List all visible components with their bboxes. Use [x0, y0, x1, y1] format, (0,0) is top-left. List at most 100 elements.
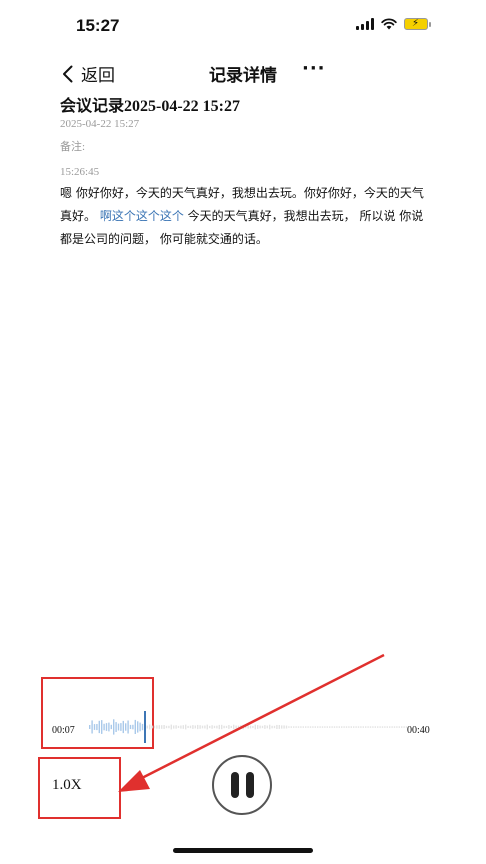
waveform-bar [108, 722, 110, 732]
pause-icon-bar [245, 772, 254, 798]
waveform-bar [175, 725, 177, 729]
record-title: 会议记录2025-04-22 15:27 [60, 98, 240, 115]
waveform-scrubber[interactable] [88, 710, 408, 744]
waveform-bar [237, 725, 240, 729]
waveform-bar [151, 725, 153, 729]
waveform-bar [120, 723, 122, 731]
waveform-bar [153, 725, 156, 729]
waveform-bar [149, 724, 151, 730]
waveform-bar [249, 725, 252, 729]
waveform-bar [386, 726, 388, 728]
waveform-bar [245, 725, 247, 729]
waveform-bar [350, 726, 352, 728]
waveform-bar [379, 726, 381, 728]
waveform-bar [182, 725, 184, 729]
waveform-bar [329, 726, 331, 728]
waveform-bar [288, 726, 290, 728]
waveform-bar [377, 726, 379, 728]
waveform-bar [206, 724, 208, 730]
waveform-bar [309, 726, 312, 728]
waveform-bar [197, 724, 199, 730]
waveform-bar [187, 725, 189, 728]
waveform-bar [367, 726, 369, 728]
waveform-bar [117, 723, 120, 731]
waveform-bar [98, 720, 100, 734]
waveform-bar [271, 725, 273, 729]
waveform-bar [355, 726, 357, 728]
waveform-bar [168, 725, 170, 729]
waveform-bar [89, 725, 91, 729]
waveform-bar [343, 726, 345, 728]
waveform-bar [93, 724, 96, 730]
waveform-bar [105, 723, 108, 731]
waveform-bar [305, 726, 307, 728]
status-time: 15:27 [76, 16, 120, 35]
waveform-bar [403, 726, 405, 728]
waveform-bar [326, 726, 328, 728]
playback-speed-button[interactable]: 1.0X [52, 777, 82, 794]
waveform-bar [312, 726, 314, 728]
waveform-bar [194, 725, 196, 729]
waveform-bar [134, 719, 136, 734]
waveform-bar [189, 725, 192, 729]
home-indicator [173, 848, 313, 853]
waveform-bar [96, 724, 98, 731]
waveform-bar [254, 724, 256, 730]
waveform-bar [161, 725, 163, 729]
waveform-bar [324, 726, 326, 728]
wifi-icon [381, 18, 397, 30]
transcript-highlight[interactable]: 啊这个这个这个 [100, 209, 184, 223]
waveform-bar [201, 725, 204, 729]
waveform-bar [362, 726, 364, 728]
waveform-bar [165, 725, 168, 729]
waveform-bar [357, 726, 360, 728]
waveform-bar [103, 723, 105, 731]
waveform-bar [393, 726, 396, 728]
transcript-text: 嗯 你好你好，今天的天气真好，我想出去玩。你好你好，今天的天气真好。 啊这个这个… [60, 182, 432, 251]
waveform-bar [295, 726, 297, 728]
waveform-bar [146, 725, 148, 729]
waveform-bar [204, 725, 206, 729]
waveform-bar [235, 725, 237, 729]
waveform-bar [259, 725, 261, 729]
waveform-bar [341, 726, 343, 728]
waveform-bar [285, 725, 288, 729]
waveform-bar [173, 725, 175, 729]
waveform-bar [170, 724, 172, 730]
waveform-bar [391, 726, 393, 728]
back-label: 返回 [81, 66, 115, 86]
waveform-bar [180, 725, 182, 729]
waveform-bar [269, 724, 271, 730]
waveform-bar [247, 725, 249, 729]
waveform-bar [125, 723, 127, 731]
waveform-bar [365, 726, 367, 728]
waveform-bar [283, 725, 285, 729]
waveform-bar [321, 726, 324, 728]
waveform-bar [384, 726, 386, 728]
waveform-bar [132, 724, 134, 730]
pause-button[interactable] [212, 755, 272, 815]
waveform-bar [333, 726, 336, 728]
playhead[interactable] [144, 711, 146, 743]
waveform-bar [319, 726, 321, 728]
waveform-bar [163, 725, 165, 729]
waveform-bar [127, 720, 129, 734]
pause-icon-bar [230, 772, 239, 798]
waveform-bar [158, 725, 160, 729]
waveform-bar [225, 725, 228, 728]
waveform-bar [113, 719, 115, 735]
waveform-bar [372, 726, 374, 728]
waveform-bar [129, 724, 132, 729]
waveform-bar [290, 726, 292, 728]
waveform-bar [221, 724, 223, 730]
waveform-bar [300, 726, 302, 728]
waveform-bar [218, 724, 220, 730]
waveform-bar [338, 726, 340, 728]
waveform-bar [156, 725, 158, 729]
waveform-bar [223, 725, 225, 729]
back-button[interactable]: 返回 [62, 61, 115, 86]
waveform-bar [317, 726, 319, 728]
waveform-bar [360, 726, 362, 728]
waveform-bar [228, 725, 230, 729]
more-options-button[interactable]: ··· [302, 58, 326, 79]
